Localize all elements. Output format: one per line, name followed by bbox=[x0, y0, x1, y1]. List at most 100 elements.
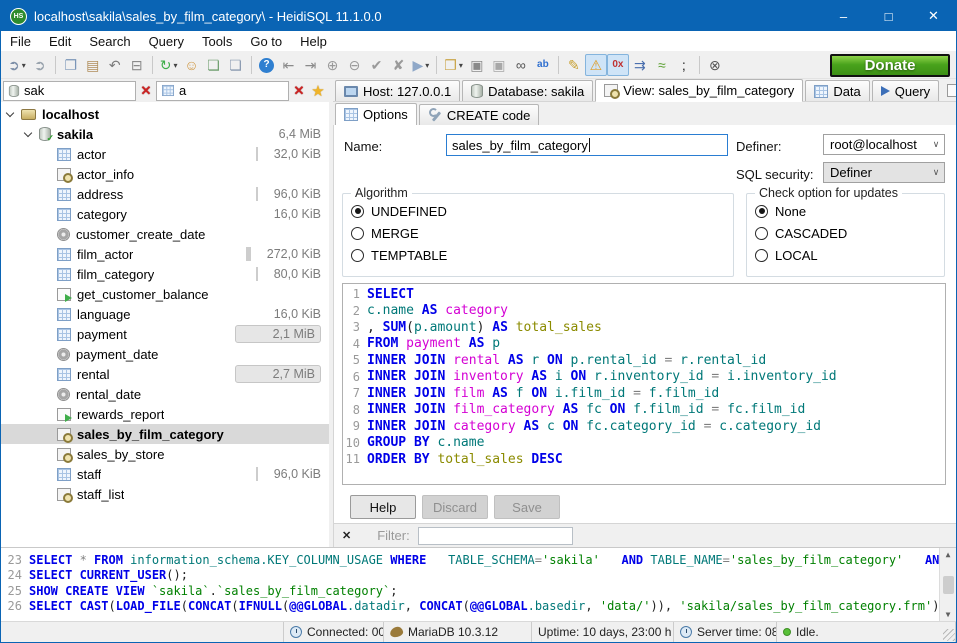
menu-help[interactable]: Help bbox=[291, 31, 336, 51]
tab-host-127-0-0-1[interactable]: Host: 127.0.0.1 bbox=[335, 80, 460, 101]
tree-item-staff[interactable]: staff96,0 KiB bbox=[1, 464, 329, 484]
minimize-button[interactable]: – bbox=[821, 1, 866, 31]
view-name-input[interactable]: sales_by_film_category bbox=[446, 134, 728, 156]
tree-item-rental_date[interactable]: rental_date bbox=[1, 384, 329, 404]
dropdown-caret-icon[interactable]: ▾ bbox=[425, 61, 429, 70]
replace-button[interactable]: ab bbox=[532, 54, 554, 76]
clear-server-filter-icon[interactable]: ✕ bbox=[138, 83, 154, 99]
menu-tools[interactable]: Tools bbox=[193, 31, 241, 51]
paste-button[interactable]: ▤ bbox=[82, 54, 104, 76]
dropdown-caret-icon[interactable]: ▾ bbox=[173, 61, 177, 70]
save-button[interactable]: Save bbox=[494, 495, 560, 519]
tree-item-address[interactable]: address96,0 KiB bbox=[1, 184, 329, 204]
menu-search[interactable]: Search bbox=[80, 31, 139, 51]
tab-query[interactable]: Query bbox=[872, 80, 939, 101]
filter-input[interactable] bbox=[418, 527, 573, 545]
tab-database-sakila[interactable]: Database: sakila bbox=[462, 80, 593, 101]
tree-item-film_category[interactable]: film_category80,0 KiB bbox=[1, 264, 329, 284]
post-changes-button[interactable]: ✔ bbox=[366, 54, 388, 76]
menu-edit[interactable]: Edit bbox=[40, 31, 80, 51]
tab-options[interactable]: Options bbox=[335, 103, 417, 126]
find-button[interactable]: ∞ bbox=[510, 54, 532, 76]
refresh-button[interactable]: ↻▾ bbox=[157, 54, 181, 76]
hex-toggle-button[interactable]: 0x bbox=[607, 54, 629, 76]
scrollbar-thumb[interactable] bbox=[943, 576, 954, 594]
tab-data[interactable]: Data bbox=[805, 80, 869, 101]
donate-button[interactable]: Donate bbox=[830, 54, 950, 77]
cancel-editing-button[interactable]: ✘ bbox=[388, 54, 410, 76]
close-button[interactable]: ✕ bbox=[911, 1, 956, 31]
tree-item-staff_list[interactable]: staff_list bbox=[1, 484, 329, 504]
tree-item-sales_by_film_category[interactable]: sales_by_film_category bbox=[1, 424, 329, 444]
tree-item-language[interactable]: language16,0 KiB bbox=[1, 304, 329, 324]
clear-table-filter-icon[interactable]: ✕ bbox=[291, 83, 307, 99]
open-file-button[interactable]: ❒▾ bbox=[441, 54, 466, 76]
user-manager-button[interactable]: ☺ bbox=[181, 54, 203, 76]
radio-merge[interactable]: MERGE bbox=[343, 222, 733, 244]
scroll-down-icon[interactable]: ▼ bbox=[946, 610, 951, 619]
reformat-button[interactable]: ≈ bbox=[651, 54, 673, 76]
dropdown-caret-icon[interactable]: ▾ bbox=[22, 61, 26, 70]
save-as-button[interactable]: ▣ bbox=[488, 54, 510, 76]
log-scrollbar[interactable]: ▲ ▼ bbox=[939, 548, 956, 621]
tree-item-rental[interactable]: rental2,7 MiB bbox=[1, 364, 329, 384]
maximize-button[interactable]: □ bbox=[866, 1, 911, 31]
semicolon-button[interactable]: ; bbox=[673, 54, 695, 76]
help-button[interactable]: Help bbox=[350, 495, 416, 519]
tree-item-payment[interactable]: payment2,1 MiB bbox=[1, 324, 329, 344]
tree-item-sakila[interactable]: sakila6,4 MiB bbox=[1, 124, 329, 144]
first-record-button[interactable]: ⇤ bbox=[278, 54, 300, 76]
print-button[interactable]: ⊟ bbox=[126, 54, 148, 76]
last-record-button[interactable]: ⇥ bbox=[300, 54, 322, 76]
next-statement-button[interactable]: ⇉ bbox=[629, 54, 651, 76]
definer-combobox[interactable]: root@localhost ∨ bbox=[823, 134, 945, 155]
tree-item-category[interactable]: category16,0 KiB bbox=[1, 204, 329, 224]
dropdown-caret-icon[interactable]: ▾ bbox=[459, 61, 463, 70]
resize-grip[interactable] bbox=[943, 629, 955, 641]
radio-local[interactable]: LOCAL bbox=[747, 244, 944, 266]
tree-item-sales_by_store[interactable]: sales_by_store bbox=[1, 444, 329, 464]
insert-row-button[interactable]: ⊕ bbox=[322, 54, 344, 76]
radio-undefined[interactable]: UNDEFINED bbox=[343, 200, 733, 222]
radio-cascaded[interactable]: CASCADED bbox=[747, 222, 944, 244]
beautify-button[interactable]: ✎ bbox=[563, 54, 585, 76]
expand-chevron-icon[interactable] bbox=[6, 108, 14, 116]
stop-button[interactable]: ⊗ bbox=[704, 54, 726, 76]
session-connect-button[interactable]: ➲▾ bbox=[5, 54, 29, 76]
save-file-button[interactable]: ▣ bbox=[466, 54, 488, 76]
tree-item-actor[interactable]: actor32,0 KiB bbox=[1, 144, 329, 164]
table-filter-input[interactable]: a bbox=[156, 81, 289, 101]
tree-item-actor_info[interactable]: actor_info bbox=[1, 164, 329, 184]
tree-item-film_actor[interactable]: film_actor272,0 KiB bbox=[1, 244, 329, 264]
tab-create-code[interactable]: CREATE code bbox=[419, 104, 540, 125]
tree-item-customer_create_date[interactable]: customer_create_date bbox=[1, 224, 329, 244]
delete-row-button[interactable]: ⊖ bbox=[344, 54, 366, 76]
sql-security-combobox[interactable]: Definer ∨ bbox=[823, 162, 945, 183]
tree-item-get_customer_balance[interactable]: get_customer_balance bbox=[1, 284, 329, 304]
expand-chevron-icon[interactable] bbox=[24, 128, 32, 136]
menu-go-to[interactable]: Go to bbox=[241, 31, 291, 51]
tree-item-localhost[interactable]: localhost bbox=[1, 104, 329, 124]
favorites-star-icon[interactable]: ★ bbox=[309, 82, 327, 100]
menu-file[interactable]: File bbox=[1, 31, 40, 51]
view-body-editor[interactable]: 1SELECT2c.name AS category3, SUM(p.amoun… bbox=[342, 283, 946, 485]
save-snippet-button[interactable]: ❏ bbox=[225, 54, 247, 76]
server-filter-input[interactable]: sak bbox=[3, 81, 136, 101]
discard-button[interactable]: Discard bbox=[422, 495, 488, 519]
tab-view-sales-by-film-category[interactable]: View: sales_by_film_category bbox=[595, 79, 803, 102]
menu-query[interactable]: Query bbox=[140, 31, 193, 51]
disconnect-button[interactable]: ➲ bbox=[29, 54, 51, 76]
tree-item-payment_date[interactable]: payment_date bbox=[1, 344, 329, 364]
scroll-up-icon[interactable]: ▲ bbox=[946, 550, 951, 559]
radio-temptable[interactable]: TEMPTABLE bbox=[343, 244, 733, 266]
warning-toggle-button[interactable]: ⚠ bbox=[585, 54, 607, 76]
new-query-tab-button[interactable]: ❏ bbox=[203, 54, 225, 76]
close-filter-icon[interactable]: ✕ bbox=[342, 529, 351, 542]
tree-item-rewards_report[interactable]: rewards_report bbox=[1, 404, 329, 424]
new-tab-button[interactable] bbox=[941, 80, 957, 101]
help-button[interactable]: ? bbox=[256, 54, 278, 76]
run-query-button[interactable]: ▶▾ bbox=[410, 54, 433, 76]
undo-button[interactable]: ↶ bbox=[104, 54, 126, 76]
copy-button[interactable]: ❐ bbox=[60, 54, 82, 76]
radio-none[interactable]: None bbox=[747, 200, 944, 222]
